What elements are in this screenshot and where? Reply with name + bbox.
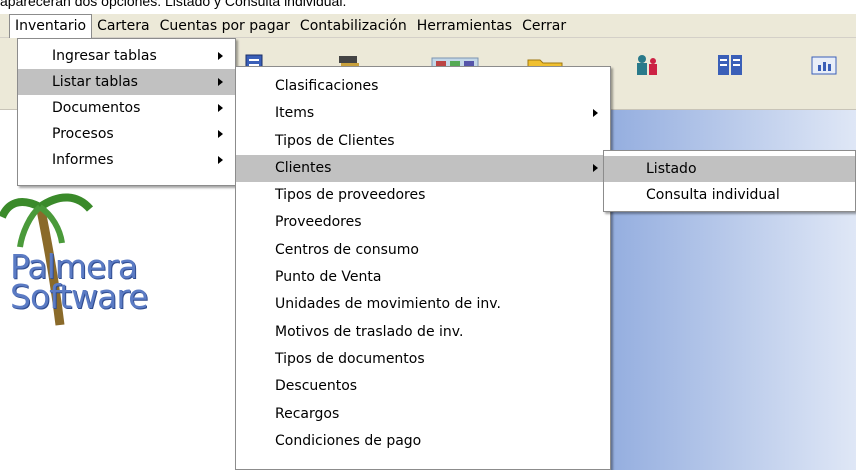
menu-item-tipos-de-clientes[interactable]: Tipos de Clientes bbox=[236, 128, 610, 155]
menu-herramientas[interactable]: Herramientas bbox=[412, 14, 517, 38]
menu-item-label: Unidades de movimiento de inv. bbox=[275, 296, 501, 313]
menu-item-label: Consulta individual bbox=[646, 187, 780, 203]
menu-item-label: Listado bbox=[646, 161, 697, 177]
menu-item-label: Recargos bbox=[275, 405, 340, 422]
menu-item-motivos-de-traslado[interactable]: Motivos de traslado de inv. bbox=[236, 319, 610, 346]
menu-item-tipos-de-proveedores[interactable]: Tipos de proveedores bbox=[236, 182, 610, 209]
menu-inventario[interactable]: Inventario bbox=[9, 13, 93, 38]
menu-item-label: Informes bbox=[52, 152, 114, 168]
menu-item-label: Proveedores bbox=[275, 214, 362, 231]
users-icon[interactable] bbox=[633, 52, 661, 78]
menu-cartera[interactable]: Cartera bbox=[92, 14, 155, 38]
menu-item-label: Tipos de Clientes bbox=[275, 132, 395, 149]
menu-cerrar[interactable]: Cerrar bbox=[517, 14, 571, 38]
menu-item-label: Clientes bbox=[275, 159, 332, 176]
submenu-arrow-icon bbox=[218, 52, 223, 60]
menu-item-tipos-de-documentos[interactable]: Tipos de documentos bbox=[236, 346, 610, 373]
menu-item-label: Clasificaciones bbox=[275, 78, 379, 94]
menu-item-procesos[interactable]: Procesos bbox=[18, 121, 235, 147]
menu-item-label: Listar tablas bbox=[52, 74, 138, 90]
listar-tablas-submenu: Clasificaciones Items Tipos de Clientes … bbox=[235, 66, 611, 470]
report-icon[interactable] bbox=[810, 52, 838, 78]
caption-text: aparecerán dos opciones: Listado y Consu… bbox=[0, 0, 347, 9]
clientes-submenu: Listado Consulta individual bbox=[603, 150, 856, 212]
menu-item-proveedores[interactable]: Proveedores bbox=[236, 209, 610, 236]
menu-item-descuentos[interactable]: Descuentos bbox=[236, 373, 610, 400]
menu-item-label: Documentos bbox=[52, 100, 141, 116]
submenu-arrow-icon bbox=[218, 130, 223, 138]
menu-item-label: Items bbox=[275, 105, 315, 122]
menu-item-label: Tipos de proveedores bbox=[275, 187, 426, 204]
menu-item-condiciones-de-pago[interactable]: Condiciones de pago bbox=[236, 428, 610, 455]
logo-line2: Software bbox=[10, 277, 148, 316]
menu-item-clientes[interactable]: Clientes bbox=[236, 154, 610, 183]
menu-item-label: Tipos de documentos bbox=[275, 350, 425, 367]
menu-contabilizacion[interactable]: Contabilización bbox=[295, 14, 412, 38]
submenu-arrow-icon bbox=[593, 109, 598, 118]
menu-item-label: Ingresar tablas bbox=[52, 48, 157, 64]
menu-item-unidades-de-movimiento[interactable]: Unidades de movimiento de inv. bbox=[236, 291, 610, 318]
menu-item-punto-de-venta[interactable]: Punto de Venta bbox=[236, 264, 610, 291]
submenu-arrow-icon bbox=[593, 163, 598, 172]
menu-item-label: Centros de consumo bbox=[275, 241, 419, 258]
menu-item-recargos[interactable]: Recargos bbox=[236, 401, 610, 428]
list-icon[interactable] bbox=[716, 52, 744, 78]
menu-item-listar-tablas[interactable]: Listar tablas bbox=[18, 69, 235, 95]
inventario-dropdown: Ingresar tablas Listar tablas Documentos… bbox=[17, 38, 236, 186]
menu-item-listado[interactable]: Listado bbox=[604, 156, 855, 182]
menu-item-informes[interactable]: Informes bbox=[18, 147, 235, 173]
menu-item-consulta-individual[interactable]: Consulta individual bbox=[604, 182, 855, 208]
submenu-arrow-icon bbox=[218, 156, 223, 164]
menu-item-items[interactable]: Items bbox=[236, 100, 610, 127]
menu-item-clasificaciones[interactable]: Clasificaciones bbox=[236, 73, 610, 100]
menu-cuentas-por-pagar[interactable]: Cuentas por pagar bbox=[155, 14, 295, 38]
company-logo: Palmera Software bbox=[10, 250, 148, 316]
menu-item-label: Punto de Venta bbox=[275, 269, 382, 286]
menu-item-label: Descuentos bbox=[275, 378, 358, 395]
menu-bar: Inventario Cartera Cuentas por pagar Con… bbox=[0, 13, 856, 38]
menu-item-ingresar-tablas[interactable]: Ingresar tablas bbox=[18, 43, 235, 69]
submenu-arrow-icon bbox=[218, 78, 223, 86]
menu-item-label: Motivos de traslado de inv. bbox=[275, 323, 464, 340]
menu-item-label: Procesos bbox=[52, 126, 114, 142]
menu-item-centros-de-consumo[interactable]: Centros de consumo bbox=[236, 237, 610, 264]
menu-item-documentos[interactable]: Documentos bbox=[18, 95, 235, 121]
submenu-arrow-icon bbox=[218, 104, 223, 112]
menu-item-label: Condiciones de pago bbox=[275, 432, 422, 449]
